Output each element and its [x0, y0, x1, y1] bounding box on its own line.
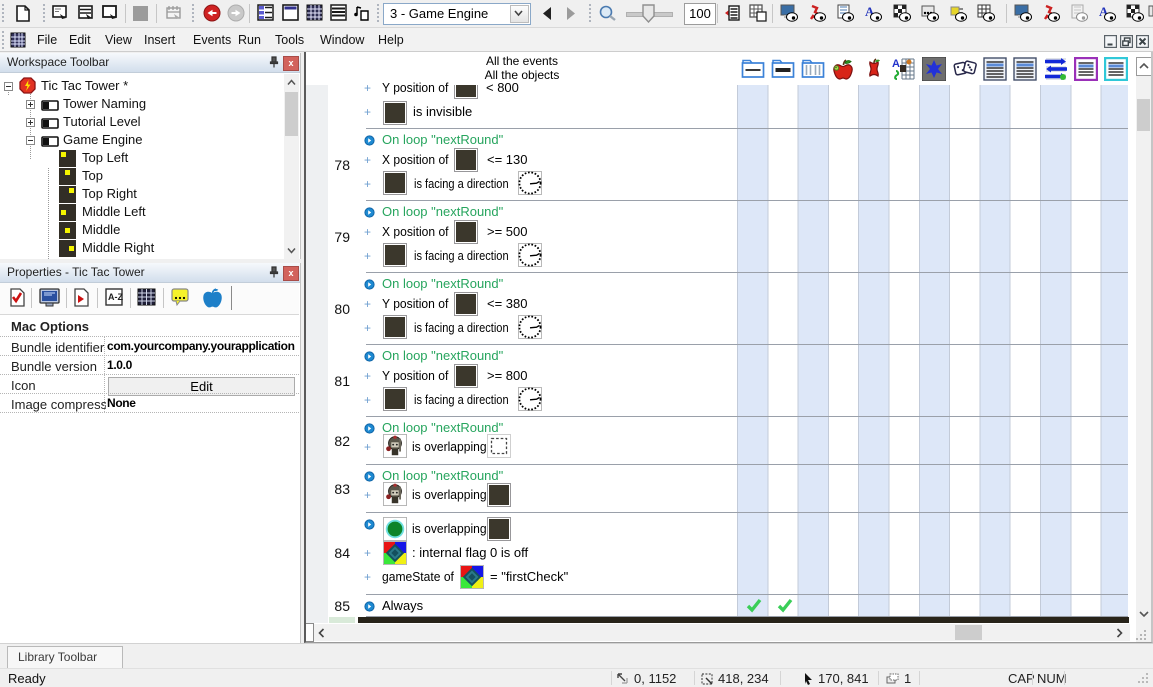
svg-text:A: A: [892, 58, 900, 70]
svg-text:A-Z: A-Z: [108, 292, 123, 302]
